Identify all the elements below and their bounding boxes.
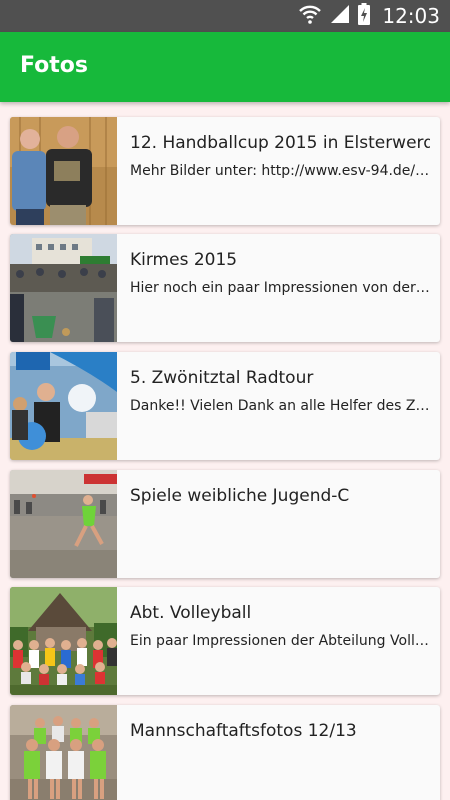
wifi-icon bbox=[298, 3, 322, 29]
album-title: Spiele weibliche Jugend-C bbox=[130, 486, 350, 506]
album-card[interactable]: Mannschaftaftsfotos 12/13 bbox=[10, 705, 440, 800]
album-thumbnail bbox=[10, 470, 117, 578]
album-card[interactable]: 12. Handballcup 2015 in Elsterwerda Mehr… bbox=[10, 117, 440, 225]
album-title: 12. Handballcup 2015 in Elsterwerda bbox=[130, 133, 430, 153]
album-thumbnail bbox=[10, 352, 117, 460]
album-thumbnail bbox=[10, 117, 117, 225]
page-title: Fotos bbox=[20, 53, 88, 78]
album-title: Abt. Volleyball bbox=[130, 603, 252, 623]
album-card[interactable]: Kirmes 2015 Hier noch ein paar Impressio… bbox=[10, 234, 440, 342]
album-card[interactable]: Abt. Volleyball Ein paar Impressionen de… bbox=[10, 587, 440, 695]
album-thumbnail bbox=[10, 234, 117, 342]
album-card[interactable]: Spiele weibliche Jugend-C bbox=[10, 470, 440, 578]
battery-charging-icon bbox=[358, 3, 371, 29]
album-card[interactable]: 5. Zwönitztal Radtour Danke!! Vielen Dan… bbox=[10, 352, 440, 460]
album-subtitle: Ein paar Impressionen der Abteilung Voll… bbox=[130, 633, 430, 649]
signal-icon bbox=[330, 4, 350, 28]
app-bar: Fotos bbox=[0, 32, 450, 102]
album-list[interactable]: 12. Handballcup 2015 in Elsterwerda Mehr… bbox=[0, 102, 450, 800]
status-bar: 12:03 bbox=[0, 0, 450, 32]
album-title: Mannschaftaftsfotos 12/13 bbox=[130, 721, 357, 741]
album-subtitle: Mehr Bilder unter: http://www.esv-94.de/… bbox=[130, 163, 430, 179]
album-title: Kirmes 2015 bbox=[130, 250, 238, 270]
status-time: 12:03 bbox=[382, 4, 440, 28]
album-thumbnail bbox=[10, 587, 117, 695]
album-thumbnail bbox=[10, 705, 117, 800]
status-icons: 12:03 bbox=[298, 3, 440, 29]
album-title: 5. Zwönitztal Radtour bbox=[130, 368, 314, 388]
album-subtitle: Hier noch ein paar Impressionen von der … bbox=[130, 280, 430, 296]
album-subtitle: Danke!! Vielen Dank an alle Helfer des Z… bbox=[130, 398, 430, 414]
